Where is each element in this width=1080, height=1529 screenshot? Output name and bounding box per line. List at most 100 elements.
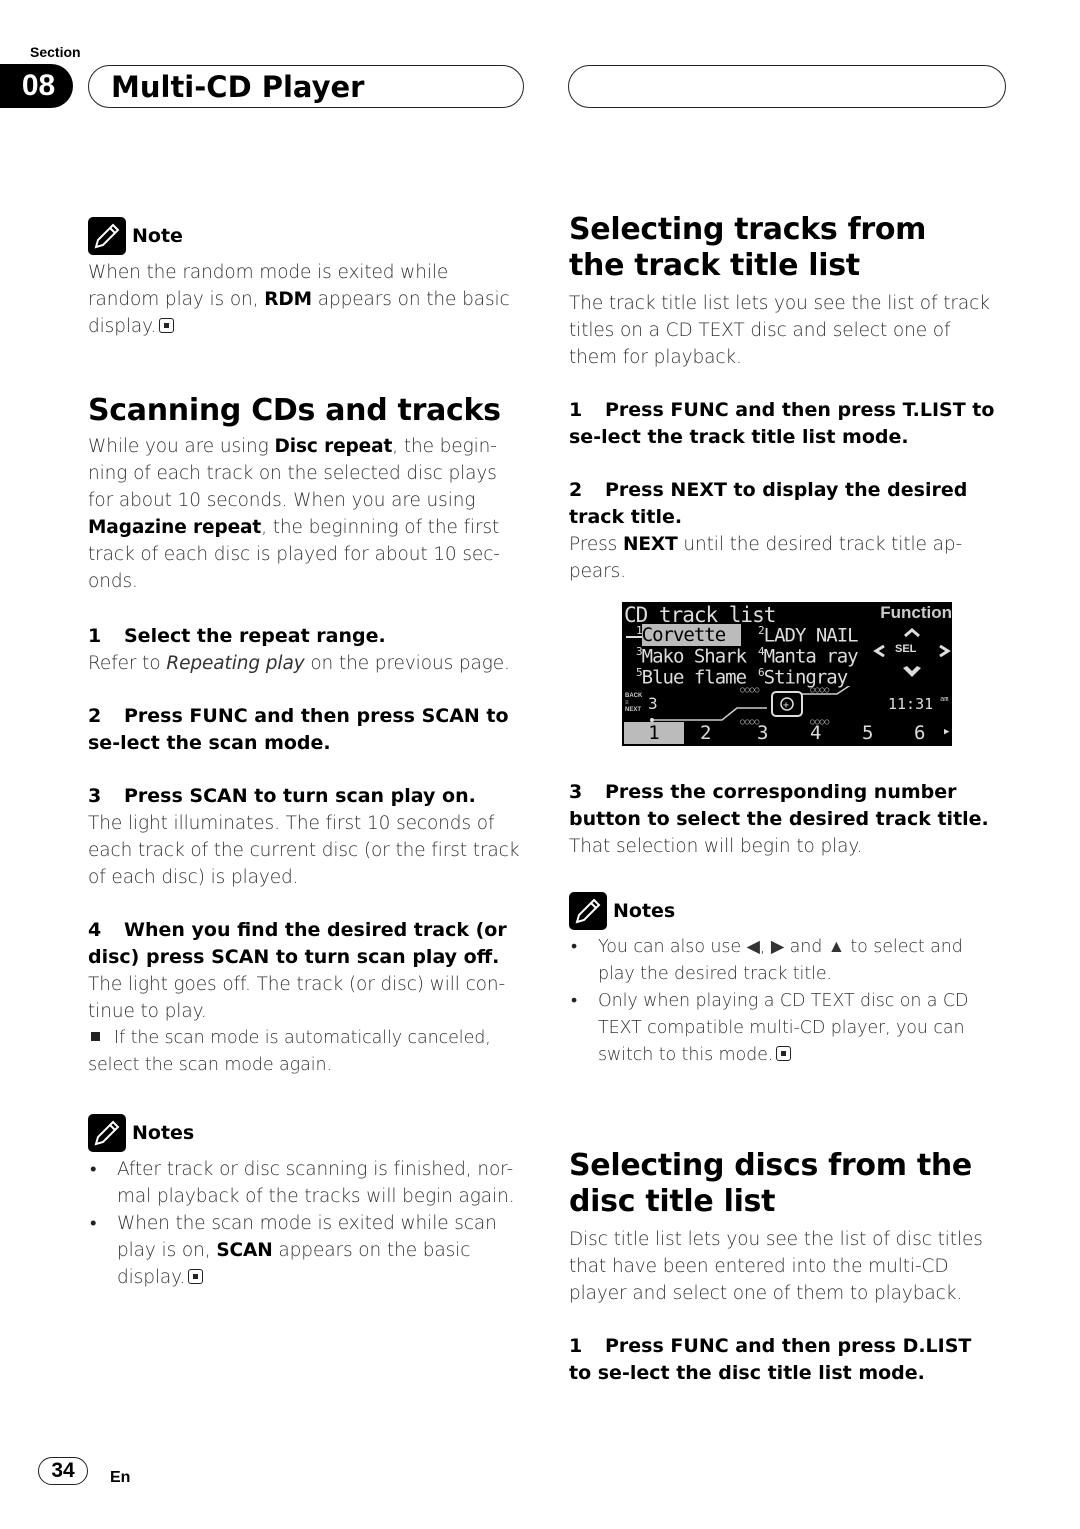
track-item-6[interactable]: 6Stingray	[758, 666, 848, 688]
note-text: When the random mode is exited while ran…	[88, 259, 518, 340]
step-title-text: Select the repeat range.	[124, 625, 386, 647]
notes-heading-text: Notes	[613, 900, 676, 922]
note-text-bold: RDM	[264, 289, 312, 310]
step-3: 3 Press SCAN to turn scan play on. The li…	[88, 783, 524, 891]
pencil-note-icon	[569, 892, 607, 930]
arrow-right-icon	[939, 644, 951, 658]
track-item-1[interactable]: 1Corvette	[636, 624, 742, 647]
step-1: 1 Press FUNC and then press T.LIST to se-…	[569, 397, 999, 451]
intro-bold-magazine-repeat: Magazine repeat	[88, 517, 262, 538]
heading-disc-list: Selecting discs from the disc title list	[569, 1148, 972, 1219]
end-mark-icon	[776, 1046, 792, 1061]
track-name: LADY NAIL	[763, 624, 859, 647]
svg-text:○○○○: ○○○○	[810, 686, 829, 694]
page-number: 34	[38, 1457, 88, 1485]
desc-part: Refer to	[88, 653, 167, 674]
step-1: 1 Select the repeat range. Refer to Repea…	[88, 623, 528, 677]
notes-heading-text: Notes	[132, 1122, 195, 1144]
next-label: NEXT	[625, 707, 642, 713]
svg-text:+: +	[783, 700, 789, 711]
step-title: 3 Press SCAN to turn scan play on.	[88, 783, 524, 810]
notes-track-list: Notes You can also use ◀, ▶ and ▲ to sel…	[569, 892, 989, 1069]
number-button-2[interactable]: 2	[700, 722, 711, 744]
note-bold: SCAN	[216, 1240, 273, 1261]
step-title-text: Press NEXT to display the desired track …	[569, 479, 968, 528]
display-function-label: Function	[880, 603, 952, 622]
number-button-5[interactable]: 5	[862, 722, 873, 744]
step-title-text: Press FUNC and then press D.LIST to se-l…	[569, 1335, 972, 1384]
step-number: 2	[569, 479, 583, 501]
section-track-list: Selecting tracks from the track title li…	[569, 212, 999, 585]
track-item-3[interactable]: 3Mako Shark	[636, 645, 747, 668]
desc-italic: Repeating play	[166, 653, 305, 674]
back-label: BACK	[625, 693, 643, 699]
step-title-text: When you find the desired track (or disc…	[88, 919, 507, 968]
section-number: 08	[0, 64, 73, 108]
arrow-up-icon	[904, 628, 920, 638]
step-desc: The light illuminates. The first 10 seco…	[88, 813, 520, 888]
scanning-intro: While you are using Disc repeat, the beg…	[88, 433, 513, 595]
step-number: 1	[88, 625, 102, 647]
desc-bold: NEXT	[622, 534, 678, 555]
step-number: 3	[569, 781, 583, 803]
disc-list-intro: Disc title list lets you see the list of…	[569, 1229, 983, 1304]
clock: 11:31	[888, 695, 934, 713]
note-item: You can also use ◀, ▶ and ▲ to select an…	[569, 934, 989, 988]
number-button-6[interactable]: 6	[914, 722, 925, 744]
desc-part: on the previous page.	[304, 653, 510, 674]
header-empty-pill	[568, 65, 1006, 108]
step-number: 2	[88, 705, 102, 727]
section-scanning: Scanning CDs and tracks While you are us…	[88, 393, 528, 1079]
step-title: 1 Select the repeat range.	[88, 623, 528, 650]
subnote-text: If the scan mode is automatically cancel…	[88, 1028, 491, 1075]
step-number: 1	[569, 1335, 583, 1357]
step-4: 4 When you find the desired track (or dis…	[88, 917, 518, 1079]
note-heading-text: Note	[132, 225, 183, 247]
notes-list: After track or disc scanning is finished…	[88, 1156, 524, 1291]
heading-track-list: Selecting tracks from the track title li…	[569, 212, 927, 283]
heading-scanning: Scanning CDs and tracks	[88, 393, 501, 428]
square-bullet-icon	[91, 1032, 100, 1041]
step-title: 2 Press FUNC and then press SCAN to se-le…	[88, 703, 518, 757]
pencil-note-icon	[88, 217, 126, 255]
step-title: 3 Press the corresponding number button t…	[569, 779, 1009, 833]
step-2: 2 Press NEXT to display the desired track…	[569, 477, 999, 585]
chapter-title: Multi-CD Player	[88, 65, 524, 108]
track-name: Manta ray	[763, 645, 859, 668]
number-button-4[interactable]: 4	[810, 722, 821, 744]
intro-bold-disc-repeat: Disc repeat	[274, 436, 393, 457]
step-title-text: Press FUNC and then press T.LIST to se-l…	[569, 399, 995, 448]
step-2: 2 Press FUNC and then press SCAN to se-le…	[88, 703, 518, 757]
sel-label: SEL	[895, 643, 917, 655]
chapter-title-text: Multi-CD Player	[111, 69, 365, 104]
step-3-right: 3 Press the corresponding number button t…	[569, 779, 1009, 860]
step-subnote: If the scan mode is automatically cancel…	[88, 1025, 518, 1079]
track-name: Corvette	[641, 624, 742, 647]
track-item-4[interactable]: 4Manta ray	[758, 645, 859, 668]
step-title: 4 When you find the desired track (or dis…	[88, 917, 518, 971]
step-title-text: Press FUNC and then press SCAN to se-lec…	[88, 705, 509, 754]
step-number: 4	[88, 919, 102, 941]
arrow-down-icon	[903, 666, 921, 677]
step-title-text: Press SCAN to turn scan play on.	[124, 785, 476, 807]
track-item-2[interactable]: 2LADY NAIL	[758, 624, 859, 647]
step-1: 1 Press FUNC and then press D.LIST to se-…	[569, 1333, 999, 1387]
more-arrow-icon: ▶	[944, 727, 950, 737]
section-disc-list: Selecting discs from the disc title list…	[569, 1148, 999, 1387]
desc-part: Press	[569, 534, 623, 555]
arrow-left-icon	[873, 644, 885, 658]
back-next-indicator: BACK ≡ NEXT	[625, 693, 643, 713]
number-button-3[interactable]: 3	[757, 722, 768, 744]
note-heading: Note	[88, 217, 528, 255]
section-label: Section	[30, 44, 81, 60]
track-name: Mako Shark	[641, 645, 747, 668]
track-item-5[interactable]: 5Blue flame	[636, 666, 747, 688]
end-mark-icon	[159, 318, 175, 333]
pencil-note-icon	[88, 1114, 126, 1152]
notes-heading: Notes	[88, 1114, 524, 1152]
step-desc: That selection will begin to play.	[569, 836, 863, 857]
track-num: 1	[636, 624, 643, 637]
step-title: 2 Press NEXT to display the desired track…	[569, 477, 999, 531]
disc-number: 3	[648, 694, 658, 713]
number-button-1[interactable]: 1	[624, 722, 684, 744]
